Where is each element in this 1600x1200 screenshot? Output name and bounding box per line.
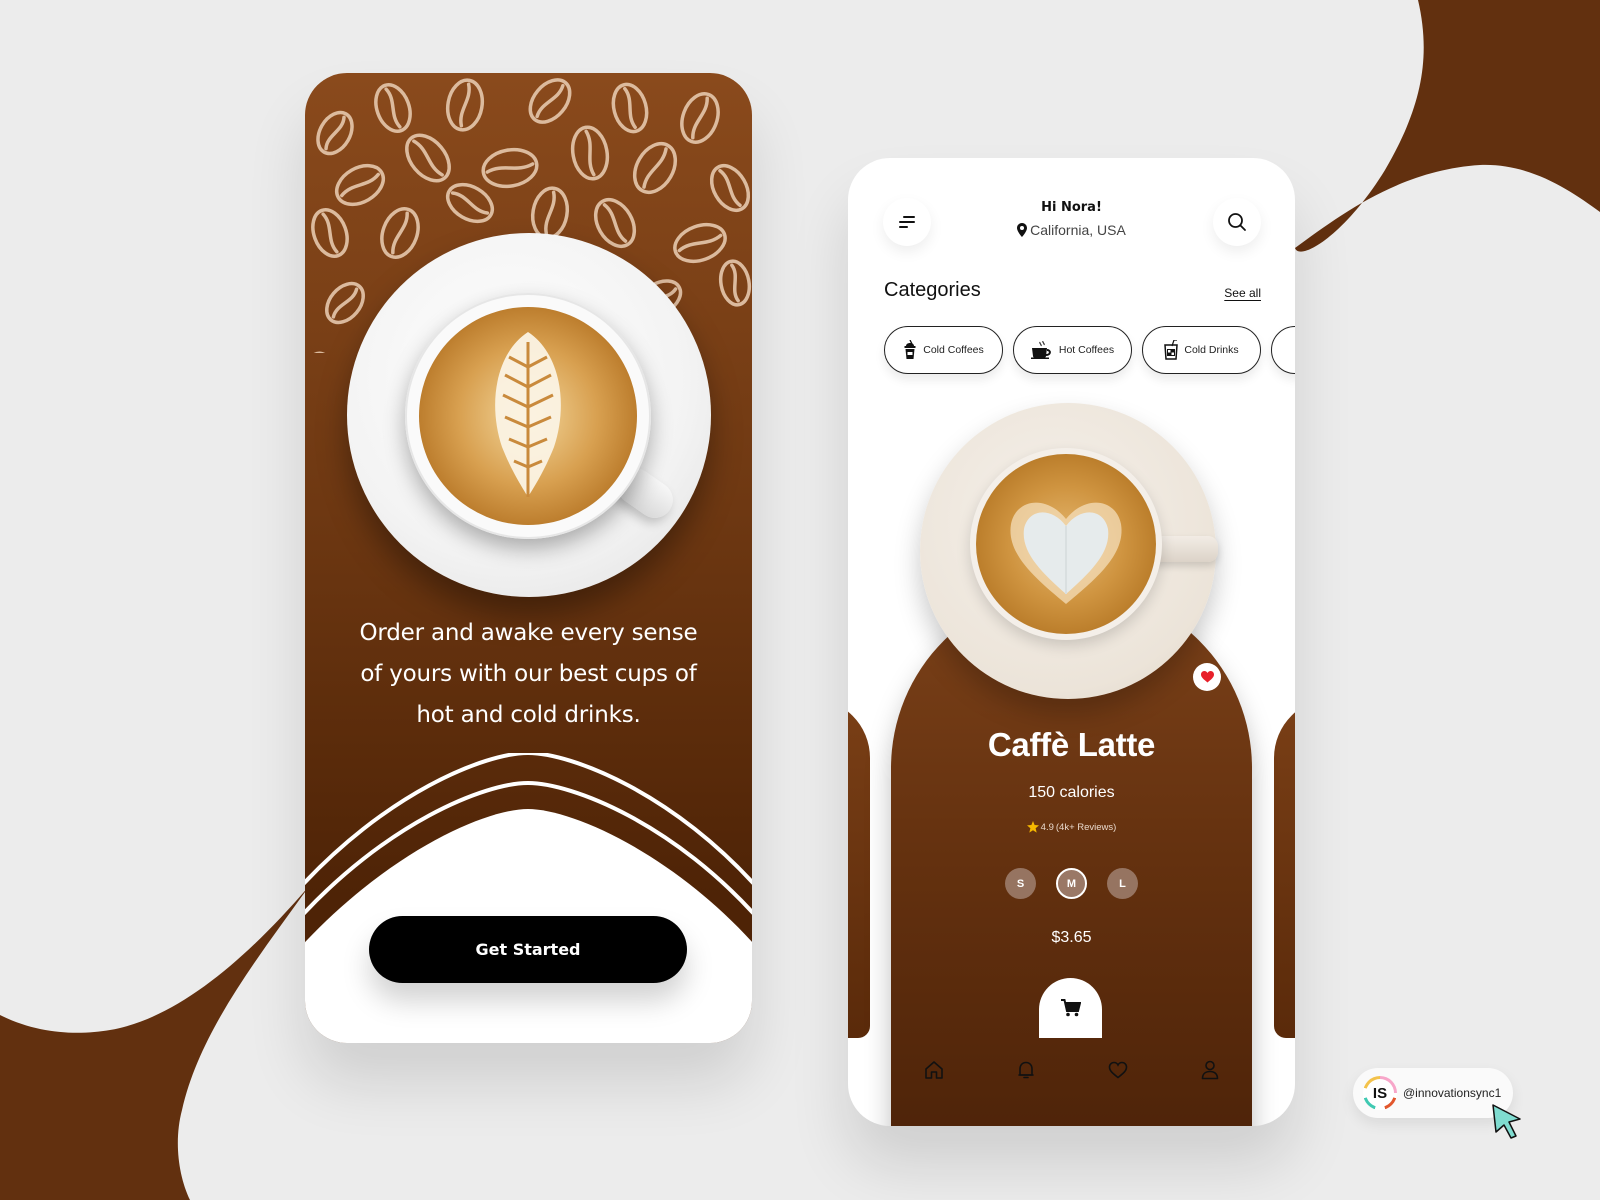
onboarding-screen: Order and awake every sense of yours wit… — [305, 73, 752, 1043]
location-text: California, USA — [1030, 222, 1126, 238]
cup-icon — [1294, 340, 1295, 360]
search-button[interactable] — [1213, 198, 1261, 246]
size-option-m[interactable]: M — [1056, 868, 1087, 899]
size-option-l[interactable]: L — [1107, 868, 1138, 899]
latte-art-leaf — [419, 307, 637, 525]
size-selector: S M L — [848, 868, 1295, 899]
onboarding-tagline: Order and awake every sense of yours wit… — [325, 613, 732, 736]
blob-top-right — [1295, 0, 1600, 252]
see-all-link[interactable]: See all — [1224, 286, 1261, 300]
creator-badge[interactable]: IS @innovationsync1 — [1353, 1068, 1513, 1118]
nav-home[interactable] — [924, 1060, 944, 1080]
background-blobs — [0, 0, 1600, 1200]
user-icon — [1201, 1060, 1218, 1080]
cappuccino-cup-image — [405, 293, 651, 539]
nav-notifications[interactable] — [1016, 1060, 1036, 1080]
category-chip-more[interactable] — [1271, 326, 1295, 374]
product-name: Caffè Latte — [987, 726, 1156, 763]
rating-value: 4.9 — [1040, 821, 1054, 833]
chip-label: Cold Coffees — [923, 344, 984, 356]
add-to-cart-button[interactable] — [1039, 978, 1102, 1038]
home-icon — [924, 1061, 943, 1079]
blob-bottom-left — [0, 885, 310, 1200]
category-chip-cold-coffees[interactable]: Cold Coffees — [884, 326, 1003, 374]
tagline-line-2: of yours with our best cups of — [360, 661, 697, 687]
category-chip-cold-drinks[interactable]: Cold Drinks — [1142, 326, 1261, 374]
product-rating: 4.9 (4k+ Reviews) — [848, 821, 1295, 833]
nav-profile[interactable] — [1200, 1060, 1220, 1080]
tagline-line-3: hot and cold drinks. — [416, 702, 641, 728]
get-started-button[interactable]: Get Started — [369, 916, 687, 983]
cold-drink-icon — [1164, 340, 1179, 360]
tagline-line-1: Order and awake every sense — [359, 620, 698, 646]
creator-handle: @innovationsync1 — [1403, 1086, 1502, 1100]
size-option-s[interactable]: S — [1005, 868, 1036, 899]
latte-art-heart — [976, 454, 1156, 634]
favorite-button[interactable] — [1193, 663, 1221, 691]
cold-coffee-icon — [904, 340, 916, 359]
bell-icon — [1017, 1061, 1034, 1079]
caffe-latte-cup-image — [970, 448, 1162, 640]
product-calories: 150 calories — [1028, 784, 1115, 801]
decorative-arcs — [305, 753, 752, 1043]
hot-coffee-icon — [1030, 341, 1051, 359]
bottom-navigation — [848, 1060, 1295, 1080]
home-screen: Hi Nora! California, USA Categories See … — [848, 158, 1295, 1126]
category-chip-hot-coffees[interactable]: Hot Coffees — [1013, 326, 1132, 374]
categories-title: Categories — [884, 279, 981, 301]
pointer-cursor-icon — [1492, 1104, 1521, 1139]
star-icon — [1026, 821, 1039, 833]
product-price: $3.65 — [1051, 929, 1092, 946]
chip-label: Cold Drinks — [1184, 344, 1239, 356]
search-icon — [1228, 213, 1246, 231]
category-chips: Cold Coffees Hot Coffees Cold Drinks — [884, 326, 1295, 374]
cart-icon — [1060, 999, 1081, 1017]
review-count: (4k+ Reviews) — [1055, 821, 1117, 833]
heart-filled-icon — [1200, 671, 1214, 683]
heart-icon — [1108, 1061, 1127, 1079]
nav-favorites[interactable] — [1108, 1060, 1128, 1080]
map-pin-icon — [1017, 223, 1028, 237]
logo-text: IS — [1372, 1084, 1388, 1102]
creator-logo: IS — [1363, 1076, 1397, 1110]
chip-label: Hot Coffees — [1058, 344, 1115, 356]
